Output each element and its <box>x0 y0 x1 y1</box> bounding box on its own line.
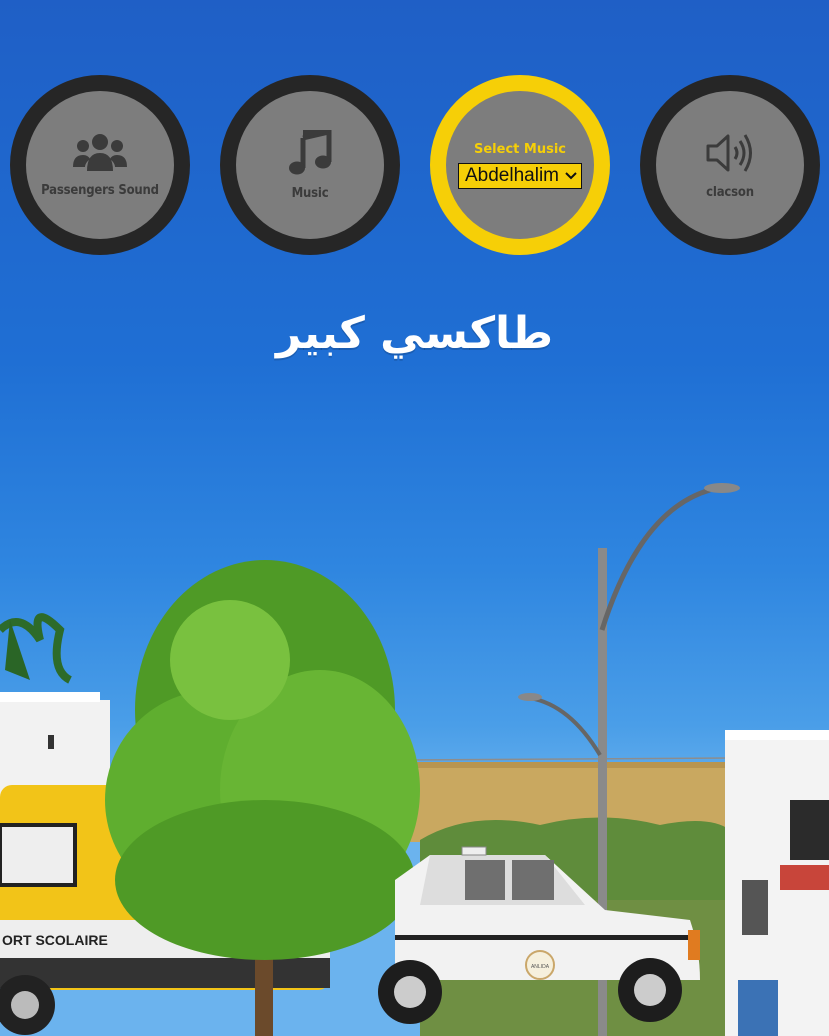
passengers-sound-label: Passengers Sound <box>41 182 159 198</box>
users-icon <box>73 133 127 171</box>
building-left <box>0 692 110 800</box>
select-music-label: Select Music <box>474 141 566 157</box>
music-label: Music <box>291 185 329 201</box>
clacson-button[interactable]: clacson <box>640 75 820 255</box>
taxi-badge: ANLIDA <box>531 964 550 970</box>
select-music-control: Select Music Abdelhalim <box>430 75 610 255</box>
building-right <box>725 730 829 1036</box>
bus-text: ORT SCOLAIRE <box>2 932 108 948</box>
chevron-down-icon <box>565 171 577 179</box>
music-select-value: Abdelhalim <box>465 164 559 186</box>
control-bar: Passengers Sound Music Select Music Abde… <box>0 75 829 255</box>
speaker-icon <box>706 133 752 172</box>
clacson-label: clacson <box>706 184 754 200</box>
street-scene: ORT SCOLAIRE ANLIDA <box>0 483 829 1036</box>
music-note-icon <box>289 129 332 174</box>
page-title: طاكسي كبير <box>275 308 554 359</box>
music-select[interactable]: Abdelhalim <box>458 162 582 189</box>
passengers-sound-button[interactable]: Passengers Sound <box>10 75 190 255</box>
music-button[interactable]: Music <box>220 75 400 255</box>
palm-tree <box>0 613 73 684</box>
